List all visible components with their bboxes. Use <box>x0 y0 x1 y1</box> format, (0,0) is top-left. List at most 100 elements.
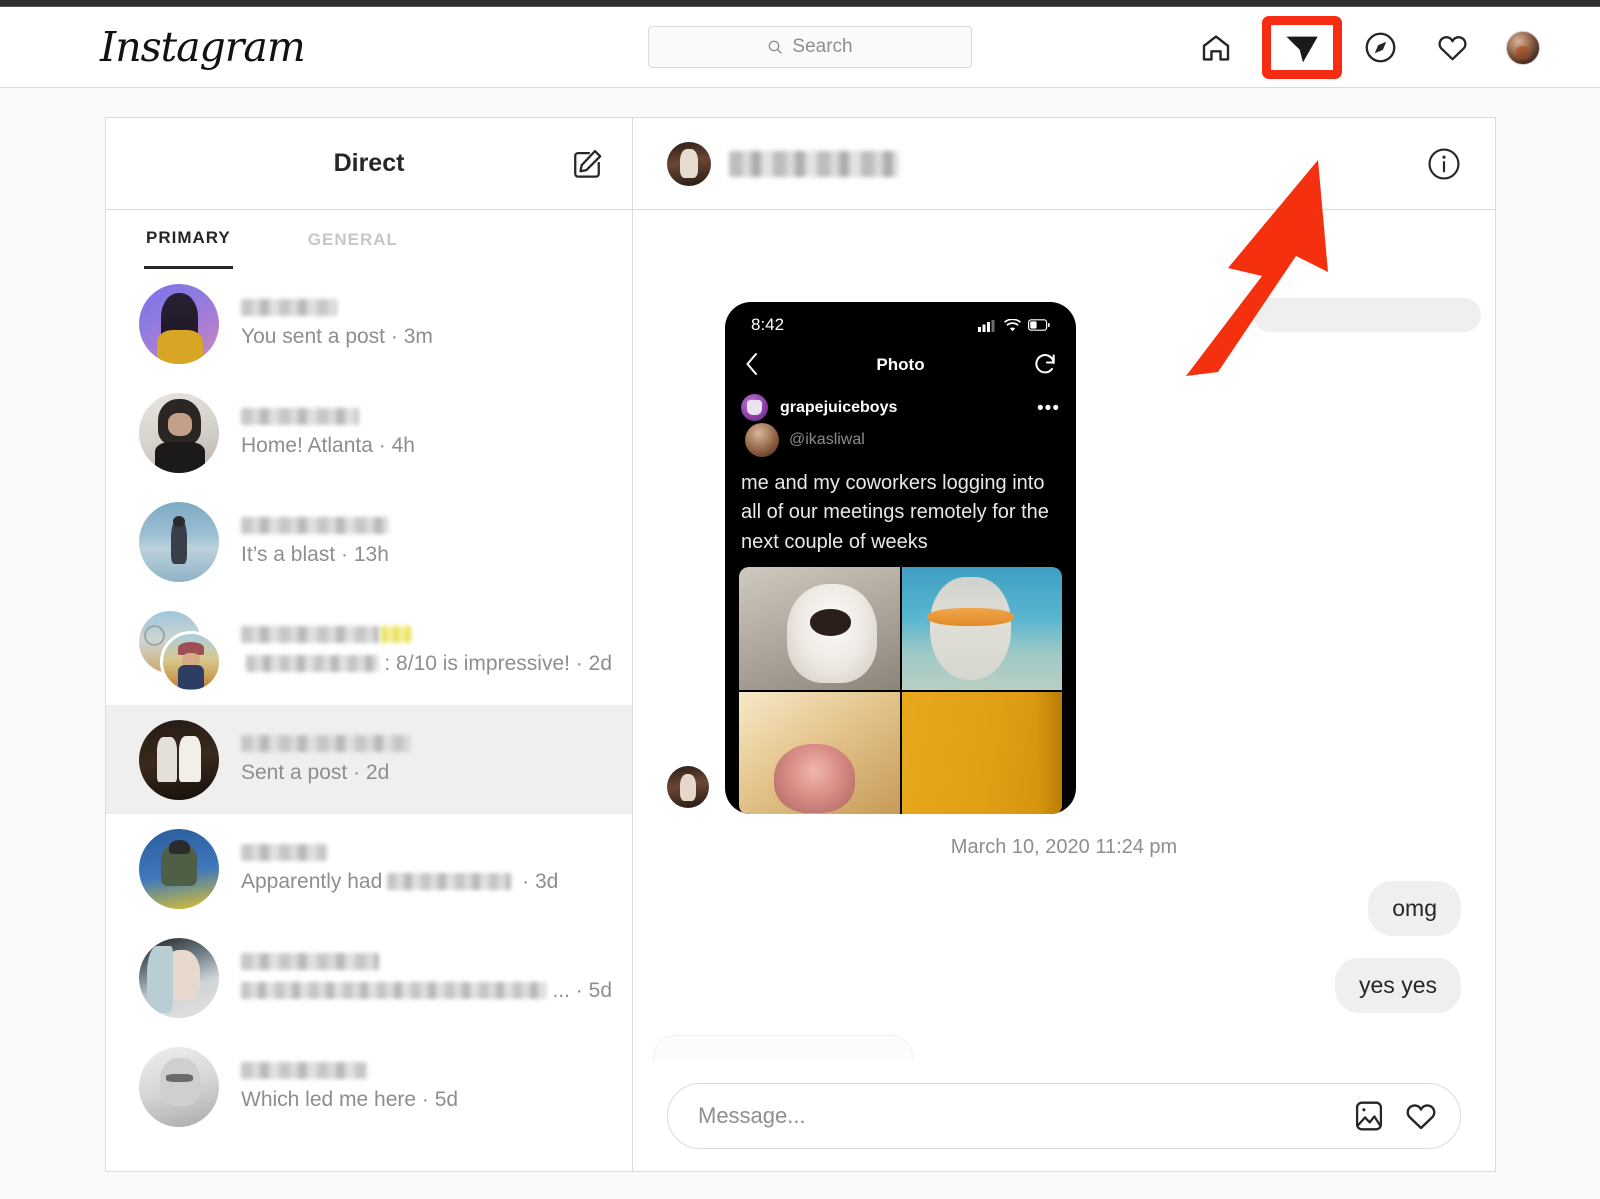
meme-cell-dog <box>739 567 900 691</box>
list-item[interactable]: : 8/10 is impressive! · 2d <box>106 596 632 705</box>
thread-preview: You sent a post · 3m <box>241 324 433 348</box>
thread-preview: It’s a blast · 13h <box>241 542 389 566</box>
list-item[interactable]: Apparently had · 3d <box>106 814 632 923</box>
thread-username-redacted <box>241 843 327 861</box>
tab-general[interactable]: GENERAL <box>306 210 400 269</box>
phone-status-bar: 8:42 <box>725 302 1076 342</box>
message-area[interactable]: 8:42 Photo grapejuiceboys ••• @ikasliwal… <box>633 210 1495 1061</box>
preview-redacted <box>387 873 512 890</box>
thread-username-redacted <box>241 516 389 534</box>
tab-primary[interactable]: PRIMARY <box>144 210 233 269</box>
scrolled-message-bubble <box>1253 298 1481 332</box>
direct-messages-icon[interactable] <box>1282 28 1322 68</box>
thread-text: Apparently had · 3d <box>241 843 612 894</box>
avatar-group <box>139 610 222 693</box>
message-bubble[interactable]: yes yes <box>1335 958 1461 1013</box>
preview-redacted <box>246 655 380 672</box>
partial-message-bubble <box>653 1035 913 1061</box>
back-chevron-icon[interactable] <box>745 352 759 376</box>
phone-clock: 8:42 <box>751 315 785 334</box>
instagram-logo[interactable]: Instagram <box>100 23 306 71</box>
photo-upload-icon[interactable] <box>1352 1099 1386 1133</box>
thread-preview: : 8/10 is impressive! · 2d <box>241 652 612 676</box>
outgoing-message-row: omg <box>667 881 1461 936</box>
like-heart-icon[interactable] <box>1404 1099 1438 1133</box>
tweet-author-avatar <box>745 423 779 457</box>
incoming-shared-post-row: 8:42 Photo grapejuiceboys ••• @ikasliwal… <box>667 302 1461 814</box>
avatar <box>139 828 219 909</box>
phone-status-icons <box>978 318 1050 332</box>
thread-preview: ... · 5d <box>241 979 612 1003</box>
thread-text: Sent a post · 2d <box>241 734 612 785</box>
post-account-name[interactable]: grapejuiceboys <box>780 399 897 417</box>
thread-list[interactable]: You sent a post · 3m Home! Atlanta · 4h … <box>106 269 632 1171</box>
thread-text: Which led me here · 5d <box>241 1061 612 1112</box>
message-input[interactable]: Message... <box>667 1083 1461 1149</box>
inbox-tabs: PRIMARY GENERAL <box>106 210 632 269</box>
direct-messages-icon-highlight[interactable] <box>1262 16 1342 79</box>
tweet-author-handle: @ikasliwal <box>789 431 865 448</box>
thread-emoji-redacted <box>381 625 411 643</box>
avatar <box>139 719 219 800</box>
compose-new-message-icon[interactable] <box>570 147 604 181</box>
conversation-header <box>633 118 1495 210</box>
list-item[interactable]: You sent a post · 3m <box>106 269 632 378</box>
inbox-header: Direct <box>106 118 632 210</box>
thread-username-redacted <box>241 734 411 752</box>
search-input[interactable]: Search <box>648 26 972 68</box>
list-item[interactable]: It’s a blast · 13h <box>106 487 632 596</box>
thread-text: You sent a post · 3m <box>241 298 612 349</box>
thread-text: : 8/10 is impressive! · 2d <box>241 625 612 676</box>
meme-cell-nose <box>739 692 900 814</box>
thread-username-redacted <box>241 407 359 425</box>
list-item-selected[interactable]: Sent a post · 2d <box>106 705 632 814</box>
search-placeholder: Search <box>792 36 853 57</box>
thread-text: ... · 5d <box>241 952 612 1003</box>
thread-preview: Home! Atlanta · 4h <box>241 433 415 457</box>
conversation-info-icon[interactable] <box>1427 147 1461 181</box>
conversation-username-redacted <box>729 150 899 177</box>
direct-messages-card: Direct PRIMARY GENERAL You sent a post ·… <box>105 117 1496 1172</box>
message-composer: Message... <box>633 1061 1495 1171</box>
browser-window-edge <box>0 0 1600 7</box>
message-timestamp: March 10, 2020 11:24 pm <box>950 836 1178 858</box>
conversation-pane: 8:42 Photo grapejuiceboys ••• @ikasliwal… <box>633 118 1495 1171</box>
avatar <box>139 501 219 582</box>
thread-username-redacted <box>241 1061 367 1079</box>
message-placeholder: Message... <box>698 1103 806 1128</box>
avatar <box>139 937 219 1018</box>
phone-screen-title: Photo <box>876 355 925 374</box>
shared-post-phone-screenshot[interactable]: 8:42 Photo grapejuiceboys ••• @ikasliwal… <box>725 302 1076 814</box>
thread-text: It’s a blast · 13h <box>241 516 612 567</box>
profile-avatar[interactable] <box>1506 30 1540 65</box>
more-options-icon[interactable]: ••• <box>1037 398 1060 420</box>
list-item[interactable]: Home! Atlanta · 4h <box>106 378 632 487</box>
search-icon <box>769 40 783 54</box>
post-account-avatar <box>741 394 768 421</box>
phone-screen-topbar: Photo <box>725 342 1076 388</box>
list-item[interactable]: ... · 5d <box>106 923 632 1032</box>
list-item[interactable]: Which led me here · 5d <box>106 1032 632 1141</box>
activity-heart-icon[interactable] <box>1434 30 1470 66</box>
conversation-avatar[interactable] <box>667 141 711 186</box>
sender-avatar[interactable] <box>667 766 709 808</box>
avatar <box>139 1046 219 1127</box>
preview-redacted <box>241 982 548 999</box>
message-bubble[interactable]: omg <box>1368 881 1461 936</box>
battery-icon <box>1028 319 1050 331</box>
meme-cell-yellow <box>901 692 1062 814</box>
cellular-signal-icon <box>978 319 995 332</box>
inbox-pane: Direct PRIMARY GENERAL You sent a post ·… <box>106 118 633 1171</box>
explore-compass-icon[interactable] <box>1362 30 1398 66</box>
outgoing-message-row: yes yes <box>667 958 1461 1013</box>
top-navigation-bar: Instagram Search <box>0 7 1600 88</box>
thread-text: Home! Atlanta · 4h <box>241 407 612 458</box>
tweet-caption: me and my coworkers logging into all of … <box>741 472 1049 553</box>
thread-preview: Which led me here · 5d <box>241 1087 459 1111</box>
meme-image-grid <box>739 567 1062 814</box>
avatar <box>139 283 219 364</box>
page-title: Direct <box>333 149 405 177</box>
phone-post-handle-row: @ikasliwal <box>725 421 1076 457</box>
home-icon[interactable] <box>1198 30 1234 66</box>
refresh-icon[interactable] <box>1032 351 1058 377</box>
